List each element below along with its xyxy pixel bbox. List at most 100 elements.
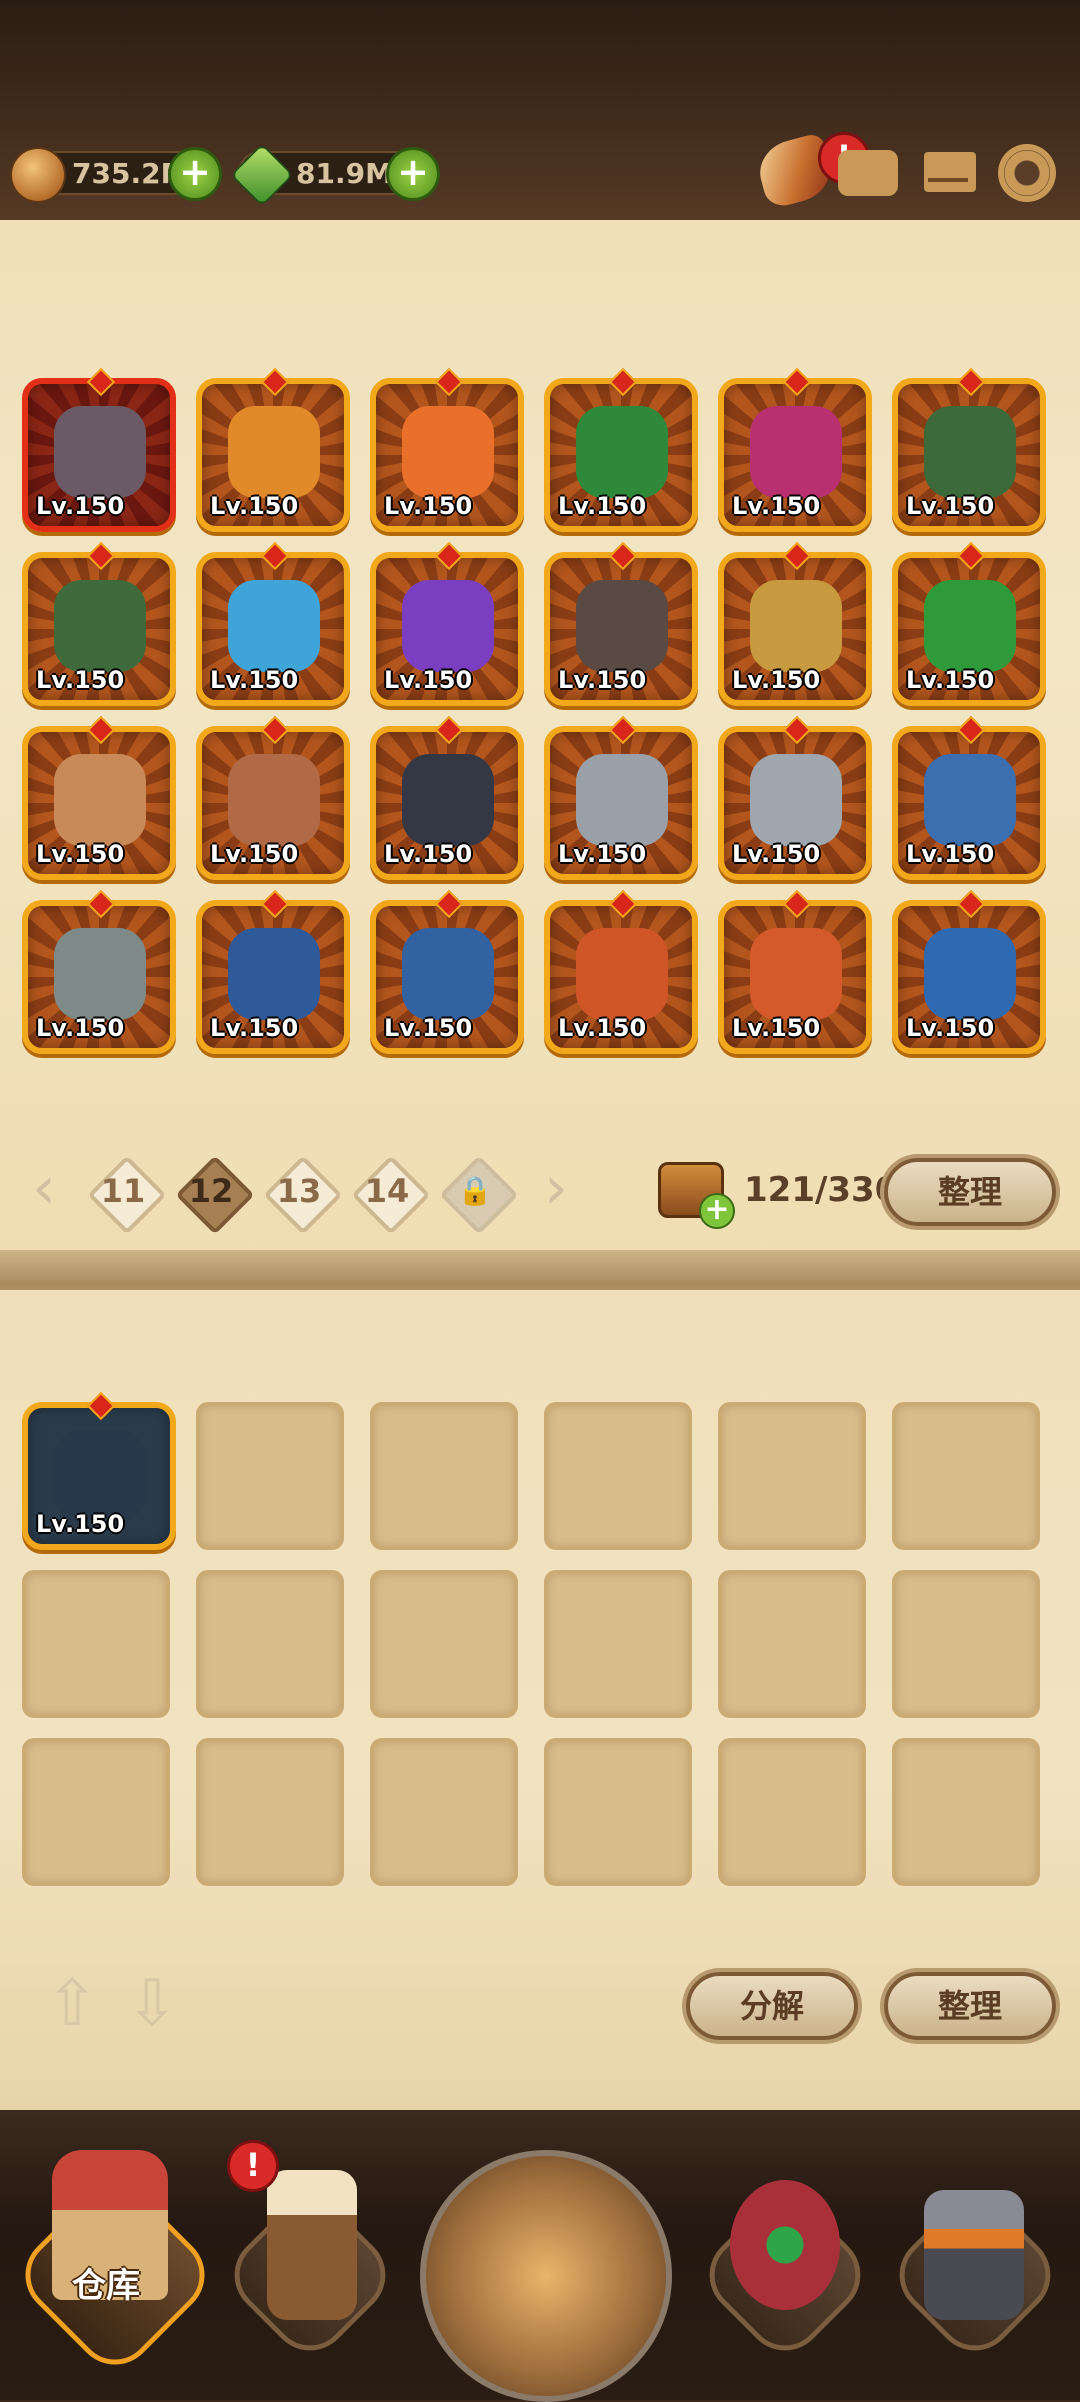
steel-gauntlet-icon [576,754,668,846]
inventory-item-orange-boots[interactable]: Lv.150 [544,900,698,1054]
tavern-alert-badge: ! [227,2140,279,2192]
chat-icon[interactable] [838,150,898,196]
nav-adventure[interactable] [410,2110,672,2402]
nav-treasury[interactable] [690,2140,877,2380]
locked-page-button[interactable]: 🔒 [439,1155,519,1235]
add-gold-button[interactable]: + [168,147,222,201]
empty-storage-slot[interactable] [544,1402,692,1550]
empty-storage-slot[interactable] [892,1570,1040,1718]
empty-storage-slot[interactable] [544,1570,692,1718]
item-level: Lv.150 [732,492,821,520]
empty-storage-slot[interactable] [196,1570,344,1718]
inventory-item-shadow-swirl[interactable]: Lv.150 [370,552,524,706]
empty-storage-slot[interactable] [718,1570,866,1718]
inventory-item-carrot[interactable]: Lv.150 [370,378,524,532]
inventory-item-green-tome[interactable]: Lv.150 [892,378,1046,532]
chains-chest-icon [54,406,146,498]
inventory-item-blue-boots-2[interactable]: Lv.150 [370,900,524,1054]
empty-storage-slot[interactable] [22,1570,170,1718]
settings-gear-icon[interactable] [998,144,1056,202]
page-11-button[interactable]: 11 [87,1155,167,1235]
item-level: Lv.150 [384,666,473,694]
eye-ring-icon [924,754,1016,846]
item-level: Lv.150 [36,840,125,868]
gem-icon [230,143,294,207]
nav-warehouse[interactable]: 仓库 [8,2130,222,2390]
forge-cauldron-icon [924,2190,1024,2320]
inventory-item-eye-ring[interactable]: Lv.150 [892,726,1046,880]
iron-helm-icon [576,580,668,672]
empty-storage-slot[interactable] [22,1738,170,1886]
inventory-item-spiral-amulet[interactable]: Lv.150 [22,726,176,880]
inventory-item-plate-armor[interactable]: Lv.150 [22,900,176,1054]
flower-banner-icon [750,406,842,498]
inventory-grid: Lv.150 Lv.150 Lv.150 Lv.150 Lv.150 Lv.150 Lv.1… [22,378,1046,1054]
inventory-item-ice-orb[interactable]: Lv.150 [196,552,350,706]
inventory-item-plague-mask[interactable]: Lv.150 [196,726,350,880]
item-level: Lv.150 [36,666,125,694]
steel-gauntlet-2-icon [750,754,842,846]
item-level: Lv.150 [732,1014,821,1042]
dark-glove-icon [402,754,494,846]
inventory-item-blue-slipper[interactable]: Lv.150 [892,900,1046,1054]
inventory-item-flower-banner[interactable]: Lv.150 [718,378,872,532]
blue-slipper-icon [924,928,1016,1020]
inventory-item-clover-amulet[interactable]: Lv.150 [544,378,698,532]
move-up-arrow-icon[interactable]: ⇧ [42,1972,102,2038]
inventory-item-ruby-pendant[interactable]: Lv.150 [718,552,872,706]
empty-storage-slot[interactable] [892,1738,1040,1886]
clover-amulet-icon [576,406,668,498]
nav-forge[interactable] [878,2140,1068,2380]
green-tome-icon [924,406,1016,498]
emerald-pendant-icon [924,580,1016,672]
warehouse-label: 仓库 [72,2266,140,2306]
inventory-item-emerald-pendant[interactable]: Lv.150 [892,552,1046,706]
empty-storage-slot[interactable] [718,1402,866,1550]
page-14-button[interactable]: 14 [351,1155,431,1235]
next-page-arrow-icon[interactable]: › [536,1158,576,1224]
capacity-count: 121/330 [744,1170,899,1210]
mail-icon[interactable] [924,152,976,192]
empty-storage-slot[interactable] [370,1402,518,1550]
move-down-arrow-icon[interactable]: ⇩ [122,1972,182,2038]
ice-orb-icon [228,580,320,672]
storage-sort-button[interactable]: 整理 [884,1972,1056,2040]
item-level: Lv.150 [732,666,821,694]
item-level: Lv.150 [384,1014,473,1042]
item-level: Lv.150 [906,666,995,694]
item-level: Lv.150 [906,1014,995,1042]
empty-storage-slot[interactable] [196,1402,344,1550]
chest-expand-icon[interactable]: + [658,1162,735,1229]
inventory-item-steel-gauntlet-2[interactable]: Lv.150 [718,726,872,880]
inventory-item-leaf-tome[interactable]: Lv.150 [22,552,176,706]
plague-mask-icon [228,754,320,846]
inventory-item-blue-boots[interactable]: Lv.150 [196,900,350,1054]
carrot-icon [402,406,494,498]
nav-tavern[interactable]: ! [215,2140,402,2380]
page-12-button[interactable]: 12 [175,1155,255,1235]
add-gem-button[interactable]: + [386,147,440,201]
prev-page-arrow-icon[interactable]: ‹ [24,1158,64,1224]
inventory-item-iron-helm[interactable]: Lv.150 [544,552,698,706]
gold-currency: 735.2M + [10,147,222,203]
decompose-button[interactable]: 分解 [686,1972,858,2040]
inventory-item-steel-gauntlet[interactable]: Lv.150 [544,726,698,880]
empty-storage-slot[interactable] [544,1738,692,1886]
inventory-item-orange-boots-2[interactable]: Lv.150 [718,900,872,1054]
empty-storage-slot[interactable] [718,1738,866,1886]
inventory-item-fire-sword[interactable]: Lv.150 [196,378,350,532]
empty-storage-slot[interactable] [370,1570,518,1718]
empty-storage-slot[interactable] [370,1738,518,1886]
item-level: Lv.150 [210,492,299,520]
empty-storage-slot[interactable] [892,1402,1040,1550]
inventory-item-chains-chest[interactable]: Lv.150 [22,378,176,532]
page-13-button[interactable]: 13 [263,1155,343,1235]
fire-sword-icon [228,406,320,498]
storage-grid: Lv.150 [22,1402,1046,1886]
shadow-swirl-icon [402,580,494,672]
inventory-sort-button[interactable]: 整理 [884,1158,1056,1226]
storage-item-dark-cloak[interactable]: Lv.150 [22,1402,176,1550]
empty-storage-slot[interactable] [196,1738,344,1886]
adventure-portal-icon [420,2150,672,2402]
inventory-item-dark-glove[interactable]: Lv.150 [370,726,524,880]
